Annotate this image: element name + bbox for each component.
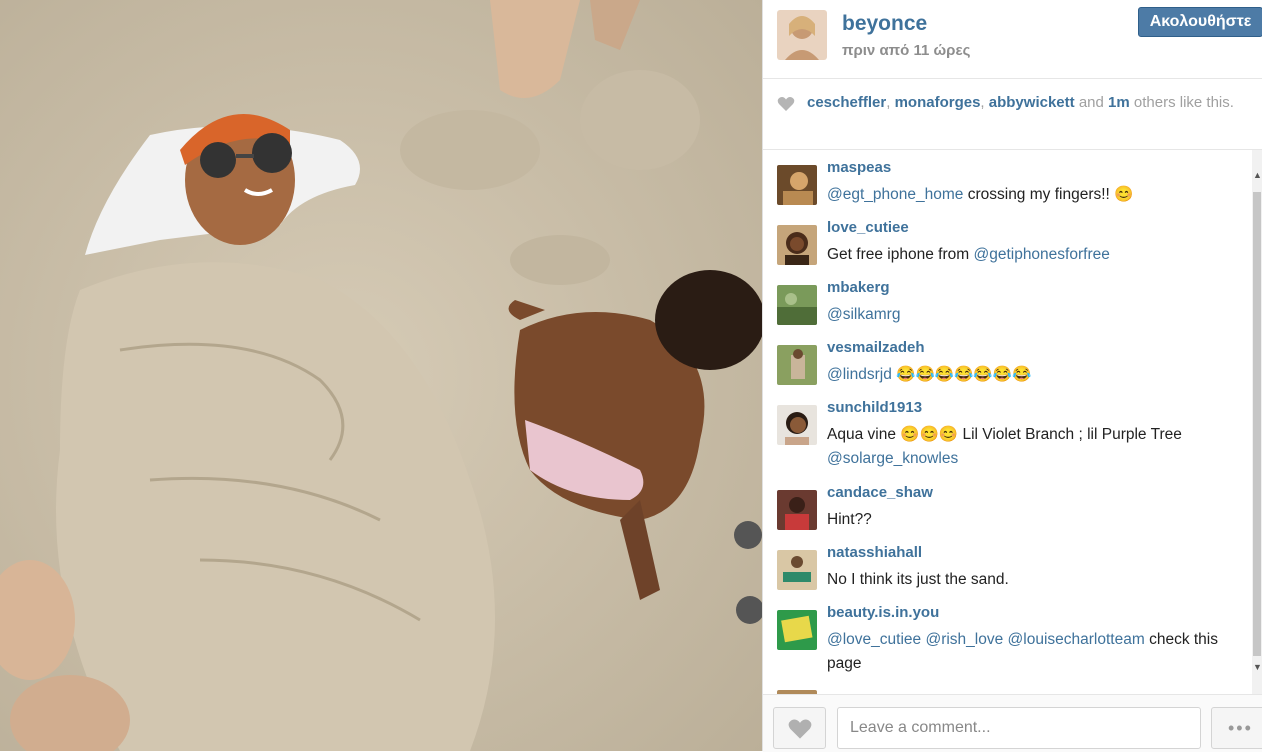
likes-text: cescheffler, monaforges, abbywickett and… — [807, 93, 1247, 113]
mention-link[interactable]: @solarge_knowles — [827, 450, 958, 467]
commenter-avatar[interactable] — [777, 550, 817, 590]
post-photo — [0, 0, 762, 751]
mention-link[interactable]: @egt_phone_home — [827, 186, 963, 203]
mention-link[interactable]: @love_cutiee — [827, 631, 921, 648]
comment-username[interactable]: vesmailzadeh — [827, 339, 925, 356]
comment-footer: ••• — [763, 694, 1262, 752]
liker-username[interactable]: monaforges — [895, 94, 981, 111]
avatar[interactable] — [777, 10, 827, 60]
comment-username[interactable]: sunchild1913 — [827, 399, 922, 416]
liker-username[interactable]: abbywickett — [989, 94, 1075, 111]
beach-photo-illustration — [0, 0, 762, 751]
comment-text: @lindsrjd 😂😂😂😂😂😂😂 — [827, 363, 1237, 387]
commenter-avatar[interactable] — [777, 225, 817, 265]
follow-button[interactable]: Ακολουθήστε — [1138, 7, 1262, 37]
timestamp: πριν από 11 ώρες — [842, 42, 971, 59]
comment-username[interactable]: candace_shaw — [827, 484, 933, 501]
likes-count[interactable]: 1m — [1108, 94, 1130, 111]
post-sidebar: beyonce πριν από 11 ώρες Ακολουθήστε ces… — [762, 0, 1262, 752]
comment-text: @love_cutiee @rish_love @louisecharlotte… — [827, 628, 1237, 676]
comment-username[interactable]: beauty.is.in.you — [827, 604, 939, 621]
comment-username[interactable]: love_cutiee — [827, 219, 909, 236]
comment-text: Hint?? — [827, 508, 1237, 532]
commenter-avatar[interactable] — [777, 285, 817, 325]
liker-username[interactable]: cescheffler — [807, 94, 886, 111]
comment-list[interactable]: maspeas @egt_phone_home crossing my fing… — [763, 150, 1249, 694]
like-button[interactable] — [773, 707, 826, 749]
heart-icon — [788, 719, 812, 739]
mention-link[interactable]: @silkamrg — [827, 306, 900, 323]
more-dots-icon: ••• — [1228, 718, 1253, 738]
comment-username[interactable]: natasshiahall — [827, 544, 922, 561]
more-options-button[interactable]: ••• — [1211, 707, 1262, 749]
mention-link[interactable]: @rish_love — [925, 631, 1003, 648]
comment-text-part: Get free iphone from — [827, 246, 974, 263]
comment-text-part: No I think its just the sand. — [827, 571, 1009, 588]
scrollbar-thumb[interactable] — [1253, 192, 1261, 656]
commenter-avatar[interactable] — [777, 405, 817, 445]
comment-text-part: Aqua vine 😊😊😊 Lil Violet Branch ; lil Pu… — [827, 426, 1182, 443]
comment-input[interactable] — [837, 707, 1201, 749]
heart-icon[interactable] — [777, 96, 795, 112]
mention-link[interactable]: @lindsrjd — [827, 366, 892, 383]
commenter-avatar[interactable] — [777, 610, 817, 650]
comment-text: Aqua vine 😊😊😊 Lil Violet Branch ; lil Pu… — [827, 423, 1237, 471]
commenter-avatar[interactable] — [777, 490, 817, 530]
liker-separator: , — [886, 94, 895, 111]
likes-and: and — [1078, 94, 1104, 111]
comment-text: @egt_phone_home crossing my fingers!! 😊 — [827, 183, 1237, 207]
comment-text-part: crossing my fingers!! 😊 — [963, 186, 1134, 203]
comment-username[interactable]: mbakerg — [827, 279, 890, 296]
username[interactable]: beyonce — [842, 12, 927, 36]
likes-suffix: others like this. — [1133, 94, 1234, 111]
likes-section: cescheffler, monaforges, abbywickett and… — [763, 79, 1262, 150]
comments-scrollbar[interactable]: ▲ ▼ — [1252, 150, 1262, 694]
comment-text: No I think its just the sand. — [827, 568, 1237, 592]
comment-text-part: Hint?? — [827, 511, 872, 528]
post-header: beyonce πριν από 11 ώρες Ακολουθήστε — [763, 0, 1262, 79]
mention-link[interactable]: @louisecharlotteam — [1008, 631, 1145, 648]
liker-separator: , — [980, 94, 989, 111]
comment-username[interactable]: maspeas — [827, 159, 891, 176]
scroll-up-icon[interactable]: ▲ — [1253, 170, 1262, 180]
mention-link[interactable]: @getiphonesforfree — [973, 246, 1109, 263]
comment-text-part: 😂😂😂😂😂😂😂 — [891, 366, 1032, 383]
scroll-down-icon[interactable]: ▼ — [1253, 662, 1262, 672]
comment-text: Get free iphone from @getiphonesforfree — [827, 243, 1237, 267]
comment-text: @silkamrg — [827, 303, 1237, 327]
commenter-avatar[interactable] — [777, 345, 817, 385]
commenter-avatar[interactable] — [777, 165, 817, 205]
liker-list[interactable]: cescheffler, monaforges, abbywickett — [807, 94, 1075, 111]
